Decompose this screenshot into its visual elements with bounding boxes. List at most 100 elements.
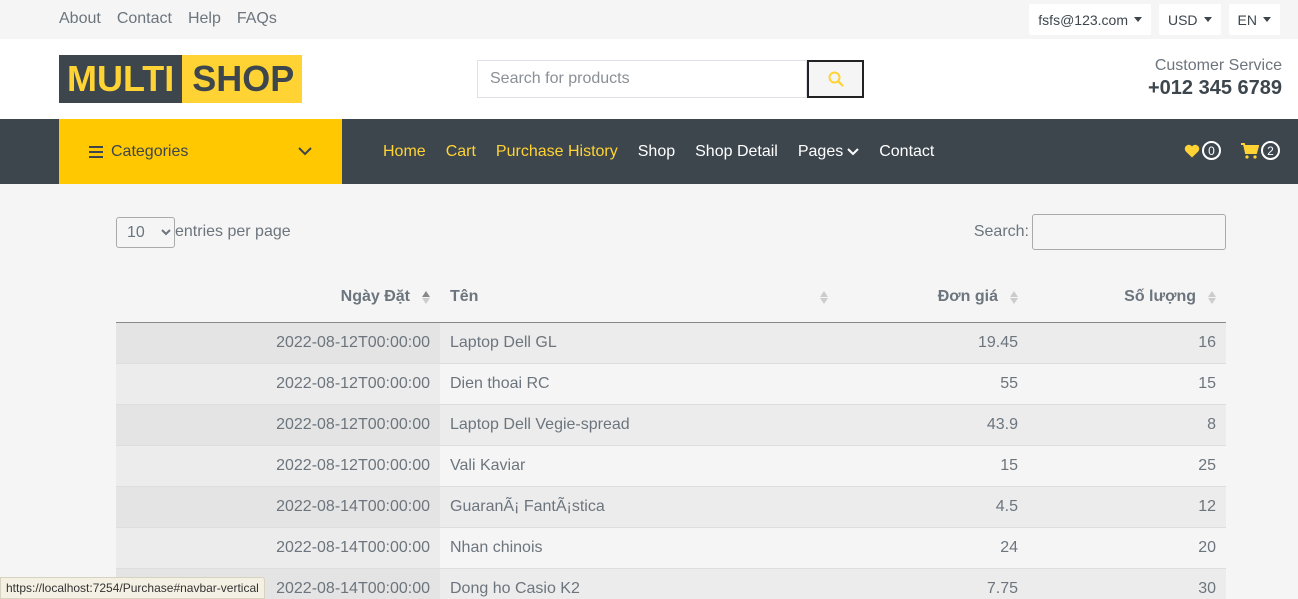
sort-icon <box>1010 291 1018 304</box>
currency-label: USD <box>1167 11 1198 28</box>
col-header-label: Số lượng <box>1124 287 1196 305</box>
cell-name: GuaranÃ¡ FantÃ¡stica <box>440 485 838 527</box>
cell-unit-price: 19.45 <box>838 321 1028 363</box>
cell-order-date: 2022-08-12T00:00:00 <box>116 403 440 445</box>
account-dropdown[interactable]: fsfs@123.com <box>1029 4 1151 35</box>
caret-down-icon <box>1263 17 1271 22</box>
about-link[interactable]: About <box>59 10 101 28</box>
customer-service-title: Customer Service <box>1154 57 1282 74</box>
search-input[interactable] <box>477 60 807 98</box>
customer-service-phone: +012 345 6789 <box>1147 77 1282 99</box>
table-row: 2022-08-12T00:00:00 Laptop Dell GL 19.45… <box>116 321 1226 363</box>
caret-down-icon <box>1203 17 1212 22</box>
cell-quantity: 16 <box>1028 321 1226 363</box>
sort-icon <box>820 291 828 304</box>
language-label: EN <box>1237 11 1257 28</box>
top-dropdowns: fsfs@123.com USD EN <box>1029 4 1280 35</box>
nav-home[interactable]: Home <box>383 143 426 161</box>
entries-label: entries per page <box>175 223 291 240</box>
table-search-input[interactable] <box>1032 214 1226 250</box>
table-row: 2022-08-12T00:00:00 Vali Kaviar 15 25 <box>116 444 1226 486</box>
logo-part1: MULTI <box>59 55 183 103</box>
heart-icon <box>1184 144 1200 157</box>
table-search-label: Search: <box>973 223 1029 240</box>
search-icon <box>828 71 844 87</box>
table-header-row: Ngày Đặt Tên Đơn giá Số lượng <box>116 272 1226 323</box>
cell-unit-price: 4.5 <box>838 485 1028 527</box>
categories-label: Categories <box>111 142 189 160</box>
cell-name: Nhan chinois <box>440 526 838 568</box>
cell-quantity: 8 <box>1028 403 1226 445</box>
cell-order-date: 2022-08-14T00:00:00 <box>116 526 440 568</box>
purchase-table: Ngày Đặt Tên Đơn giá Số lượng 2022-08-12… <box>116 272 1226 599</box>
header: MULTI SHOP Customer Service +012 345 678… <box>0 39 1298 119</box>
cell-unit-price: 15 <box>838 444 1028 486</box>
shopping-cart-icon <box>1241 142 1259 159</box>
table-search: Search: <box>974 214 1226 250</box>
categories-toggle[interactable]: Categories <box>59 119 342 184</box>
entries-select[interactable]: 10 <box>116 216 175 248</box>
top-bar: About Contact Help FAQs fsfs@123.com USD… <box>0 0 1298 39</box>
col-header-label: Ngày Đặt <box>340 287 410 305</box>
nav-icons: 0 2 <box>1184 141 1280 160</box>
contact-link[interactable]: Contact <box>117 10 172 28</box>
table-controls: 10 entries per page Search: <box>116 214 1226 250</box>
cell-name: Laptop Dell GL <box>440 321 838 363</box>
nav-menu: Home Cart Purchase History Shop Shop Det… <box>383 119 954 184</box>
cell-unit-price: 55 <box>838 362 1028 404</box>
cell-unit-price: 24 <box>838 526 1028 568</box>
table-row: 2022-08-14T00:00:00 Nhan chinois 24 20 <box>116 526 1226 568</box>
cell-quantity: 25 <box>1028 444 1226 486</box>
cell-order-date: 2022-08-14T00:00:00 <box>116 485 440 527</box>
currency-dropdown[interactable]: USD <box>1158 4 1221 35</box>
table-row: 2022-08-12T00:00:00 Laptop Dell Vegie-sp… <box>116 403 1226 445</box>
col-header-label: Tên <box>450 287 479 305</box>
nav-purchase-history[interactable]: Purchase History <box>496 143 618 161</box>
cell-order-date: 2022-08-12T00:00:00 <box>116 362 440 404</box>
table-row: 2022-08-14T00:00:00 Dong ho Casio K2 7.7… <box>116 567 1226 599</box>
entries-per-page: 10 entries per page <box>116 214 291 250</box>
cell-name: Vali Kaviar <box>440 444 838 486</box>
table-row: 2022-08-12T00:00:00 Dien thoai RC 55 15 <box>116 362 1226 404</box>
nav-cart[interactable]: Cart <box>446 143 476 161</box>
col-header-quantity[interactable]: Số lượng <box>1028 272 1226 323</box>
cell-quantity: 15 <box>1028 362 1226 404</box>
cell-name: Dien thoai RC <box>440 362 838 404</box>
col-header-order-date[interactable]: Ngày Đặt <box>116 272 440 323</box>
col-header-unit-price[interactable]: Đơn giá <box>838 272 1028 323</box>
product-search <box>477 60 864 98</box>
language-dropdown[interactable]: EN <box>1228 4 1280 35</box>
chevron-down-icon <box>298 147 312 156</box>
cell-order-date: 2022-08-12T00:00:00 <box>116 444 440 486</box>
table-row: 2022-08-14T00:00:00 GuaranÃ¡ FantÃ¡stica… <box>116 485 1226 527</box>
logo[interactable]: MULTI SHOP <box>59 55 303 103</box>
cell-name: Dong ho Casio K2 <box>440 567 838 599</box>
wishlist-button[interactable]: 0 <box>1184 141 1221 160</box>
col-header-label: Đơn giá <box>937 287 998 305</box>
search-button[interactable] <box>807 60 864 98</box>
cart-count: 2 <box>1261 141 1280 160</box>
cell-unit-price: 7.75 <box>838 567 1028 599</box>
sort-icon <box>1208 291 1216 304</box>
cell-quantity: 30 <box>1028 567 1226 599</box>
nav-contact[interactable]: Contact <box>879 143 934 161</box>
cell-name: Laptop Dell Vegie-spread <box>440 403 838 445</box>
top-links: About Contact Help FAQs <box>59 10 293 28</box>
nav-pages[interactable]: Pages <box>798 143 859 161</box>
help-link[interactable]: Help <box>188 10 221 28</box>
account-label: fsfs@123.com <box>1038 11 1128 28</box>
nav-shop-detail[interactable]: Shop Detail <box>695 143 778 161</box>
cart-button[interactable]: 2 <box>1241 141 1280 160</box>
col-header-name[interactable]: Tên <box>440 272 838 323</box>
wishlist-count: 0 <box>1202 141 1221 160</box>
cell-order-date: 2022-08-12T00:00:00 <box>116 321 440 363</box>
nav-pages-label: Pages <box>797 142 844 160</box>
bars-icon <box>89 145 103 158</box>
cell-unit-price: 43.9 <box>838 403 1028 445</box>
customer-service: Customer Service +012 345 6789 <box>1148 57 1282 100</box>
faqs-link[interactable]: FAQs <box>237 10 277 28</box>
cell-quantity: 12 <box>1028 485 1226 527</box>
nav-shop[interactable]: Shop <box>638 143 675 161</box>
cell-quantity: 20 <box>1028 526 1226 568</box>
purchase-history-section: 10 entries per page Search: Ngày Đặt Tên… <box>116 214 1226 599</box>
